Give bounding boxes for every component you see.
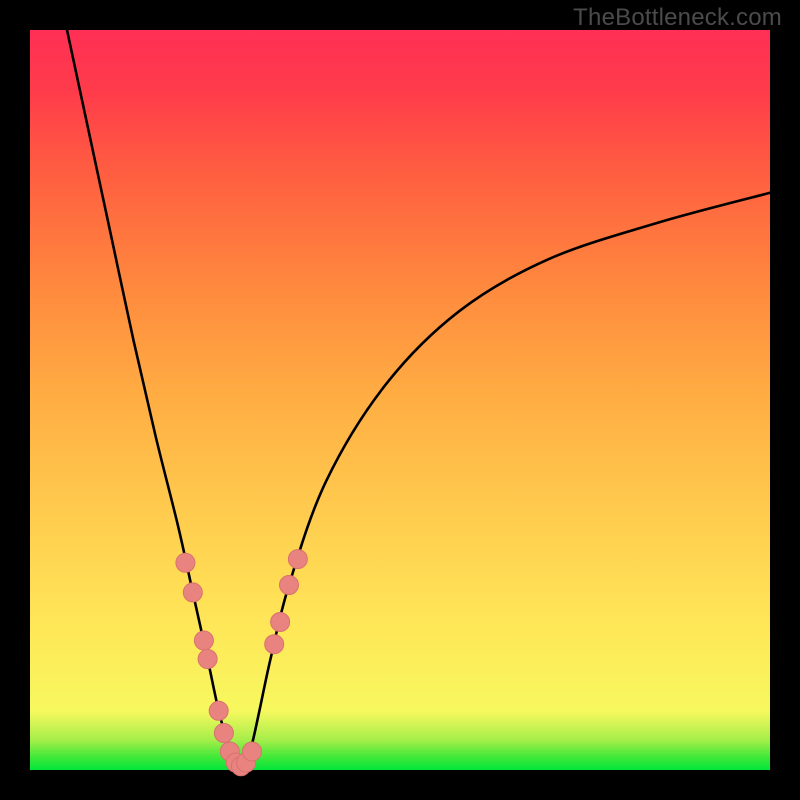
data-marker xyxy=(288,550,307,569)
data-marker xyxy=(198,650,217,669)
curve-layer xyxy=(30,30,770,770)
data-marker xyxy=(194,631,213,650)
data-marker xyxy=(271,613,290,632)
data-marker xyxy=(209,701,228,720)
marker-layer xyxy=(176,550,307,776)
data-marker xyxy=(176,553,195,572)
data-marker xyxy=(183,583,202,602)
chart-frame: TheBottleneck.com xyxy=(0,0,800,800)
data-marker xyxy=(265,635,284,654)
watermark-label: TheBottleneck.com xyxy=(573,4,782,32)
plot-area xyxy=(30,30,770,770)
data-marker xyxy=(243,742,262,761)
data-marker xyxy=(214,724,233,743)
data-marker xyxy=(280,576,299,595)
bottleneck-curve xyxy=(67,30,770,766)
